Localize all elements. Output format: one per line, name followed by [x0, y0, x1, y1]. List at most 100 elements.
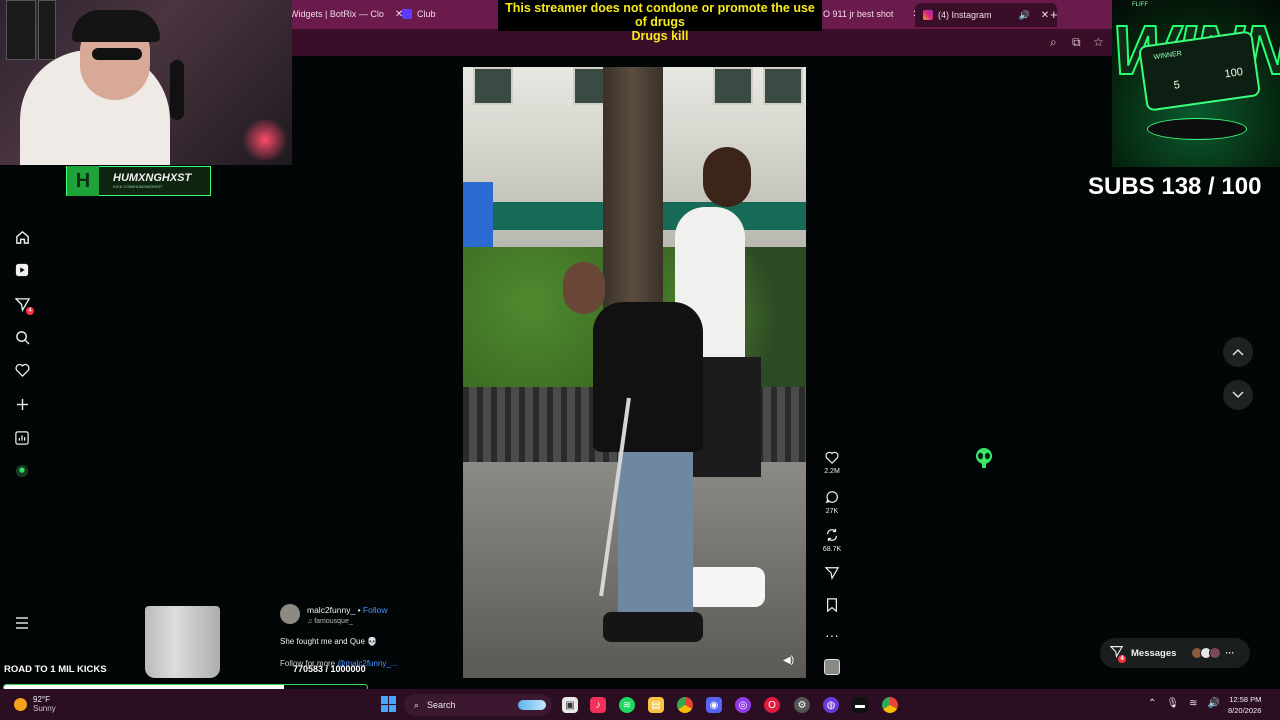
terminal-icon[interactable]: ▬	[852, 697, 868, 713]
audio-row[interactable]: ♫ famousque_	[307, 618, 353, 625]
music-app-icon[interactable]: ♪	[590, 697, 606, 713]
app-icon[interactable]: ◎	[735, 697, 751, 713]
reel-video[interactable]	[463, 67, 806, 678]
avatar[interactable]	[280, 604, 300, 624]
clock-time: 12:58 PM	[1229, 695, 1262, 704]
username-row: malc2funny_ • Follow	[307, 605, 387, 615]
next-reel-button[interactable]	[1223, 380, 1253, 410]
messages-icon: 4	[1109, 645, 1126, 663]
goal-count: 770583 / 1000000	[293, 664, 366, 674]
new-tab-button[interactable]: +	[1050, 5, 1058, 23]
previous-reel-button[interactable]	[1223, 337, 1253, 367]
more-icon: ···	[1225, 648, 1235, 658]
opera-icon[interactable]: O	[764, 697, 780, 713]
video-window	[763, 67, 803, 105]
taskbar-search[interactable]: ⌕ Search	[404, 694, 552, 716]
taskbar-search-label: Search	[427, 700, 456, 710]
message-avatars: ···	[1191, 647, 1235, 659]
spotify-icon[interactable]: ≋	[619, 697, 635, 713]
microphone-icon[interactable]: 🎙	[1166, 698, 1179, 709]
video-sign	[463, 182, 493, 257]
weather-widget[interactable]: 92°F Sunny	[14, 695, 56, 713]
dashboard-icon[interactable]	[12, 428, 32, 448]
chrome-active-icon[interactable]	[882, 697, 898, 713]
bookmark-icon	[816, 598, 848, 615]
create-icon[interactable]	[12, 394, 32, 414]
tab-instagram[interactable]: (4) Instagram 🔊 ✕	[915, 3, 1058, 27]
username-link[interactable]: malc2funny_	[307, 605, 355, 615]
file-explorer-icon[interactable]: ▤	[648, 697, 664, 713]
rgb-light	[240, 120, 290, 160]
audio-name: famousque_	[314, 618, 353, 625]
video-person-jeans	[618, 442, 693, 627]
messages-icon[interactable]: 4	[12, 294, 34, 315]
audio-thumbnail-button[interactable]	[816, 659, 848, 675]
disclaimer-line-1: This streamer does not condone or promot…	[505, 1, 815, 29]
volume-icon[interactable]: ◀)	[783, 655, 794, 666]
messages-badge: 4	[26, 307, 34, 315]
repost-button[interactable]: 68.7K	[816, 528, 848, 553]
heart-icon[interactable]	[12, 360, 32, 380]
video-tree	[603, 67, 663, 337]
subs-counter: SUBS 138 / 100	[1088, 173, 1262, 200]
card-right-value: 100	[1223, 66, 1244, 81]
search-icon: ⌕	[414, 699, 420, 710]
follow-button[interactable]: Follow	[363, 605, 388, 615]
streamer-logo-icon: H	[67, 166, 99, 196]
streamer-cap	[72, 10, 160, 42]
search-highlight-icon	[518, 700, 546, 710]
clock-date: 8/20/2026	[1228, 706, 1262, 715]
video-person-head	[703, 147, 751, 207]
streamer-url: KICK.COM/HUMXNGHXST	[113, 184, 163, 189]
club-favicon-icon	[402, 9, 412, 19]
windows-taskbar: 92°F Sunny ⌕ Search ▣ ♪ ≋ ▤ ◉ ◎ O ⚙ ◍ ▬ …	[0, 689, 1280, 720]
video-person-shoes	[603, 612, 703, 642]
volume-icon[interactable]: 🔊	[1207, 698, 1219, 709]
save-button[interactable]	[816, 598, 848, 615]
tab-club[interactable]: Club	[402, 5, 436, 23]
sun-icon	[14, 697, 27, 711]
messages-badge: 4	[1118, 655, 1126, 663]
menu-icon[interactable]	[12, 613, 32, 633]
chevron-down-icon	[1232, 391, 1244, 399]
tab-label: Club	[417, 9, 436, 19]
more-icon: ···	[825, 627, 839, 643]
comment-button[interactable]: 27K	[816, 490, 848, 515]
video-person-shoes	[685, 567, 765, 607]
weather-temp: 92°F	[33, 695, 50, 704]
video-person-black-shirt	[593, 302, 703, 452]
like-count: 2.2M	[824, 468, 840, 475]
fliff-pedestal	[1147, 118, 1247, 140]
tab-botrix-widgets[interactable]: Widgets | BotRix — Clo ✕	[290, 5, 403, 23]
zoom-icon[interactable]: ⌕	[1050, 35, 1057, 50]
card-left-value: 5	[1172, 78, 1181, 92]
bookmark-star-icon[interactable]: ☆	[1093, 35, 1104, 49]
steam-icon[interactable]: ⚙	[794, 697, 810, 713]
search-icon[interactable]	[12, 327, 32, 347]
wifi-icon[interactable]: ≋	[1189, 698, 1197, 709]
weather-condition: Sunny	[33, 704, 56, 713]
more-options-button[interactable]: ···	[816, 627, 848, 643]
obs-icon[interactable]: ◍	[823, 697, 839, 713]
share-button[interactable]	[816, 566, 848, 583]
profile-icon[interactable]	[12, 461, 32, 481]
like-button[interactable]: 2.2M	[816, 451, 848, 475]
card-label: WINNER	[1153, 50, 1183, 62]
speaker-icon[interactable]: 🔊	[1019, 10, 1030, 21]
discord-icon[interactable]: ◉	[706, 697, 722, 713]
chevron-up-icon[interactable]: ⌃	[1148, 698, 1156, 709]
close-icon[interactable]: ✕	[1041, 10, 1049, 21]
system-tray: ⌃ 🎙 ≋ 🔊	[1148, 698, 1220, 709]
install-icon[interactable]: ⧉	[1072, 35, 1081, 50]
chrome-icon[interactable]	[677, 697, 693, 713]
messages-button[interactable]: 4 Messages ···	[1100, 638, 1250, 668]
repost-count: 68.7K	[822, 546, 842, 553]
home-icon[interactable]	[12, 227, 32, 247]
webcam-overlay	[0, 0, 292, 165]
windows-start-icon[interactable]	[381, 696, 397, 712]
repost-icon	[816, 528, 848, 545]
reels-icon[interactable]	[12, 260, 32, 280]
tab-911-best-shot[interactable]: O 911 jr best shot ✕	[823, 5, 921, 23]
taskbar-clock[interactable]: 12:58 PM 8/20/2026	[1228, 694, 1261, 716]
task-view-icon[interactable]: ▣	[562, 697, 578, 713]
